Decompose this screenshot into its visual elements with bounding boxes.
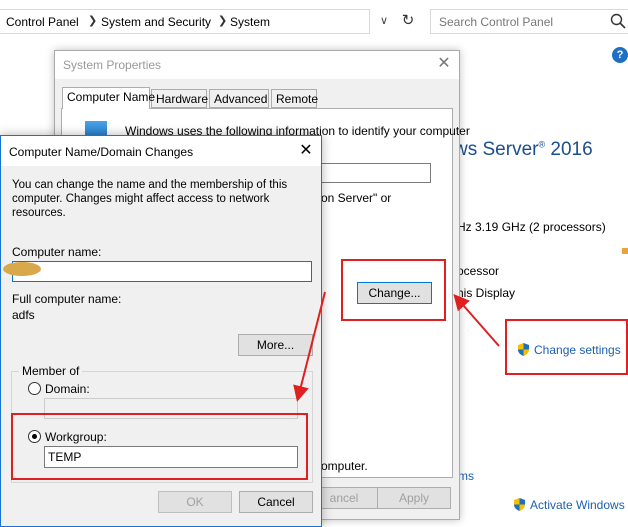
arrow-to-workgroup (293, 291, 326, 402)
tab-computer-name[interactable]: Computer Name (62, 87, 155, 109)
arrow-to-change (453, 293, 500, 347)
annotation-arrows (293, 291, 500, 402)
